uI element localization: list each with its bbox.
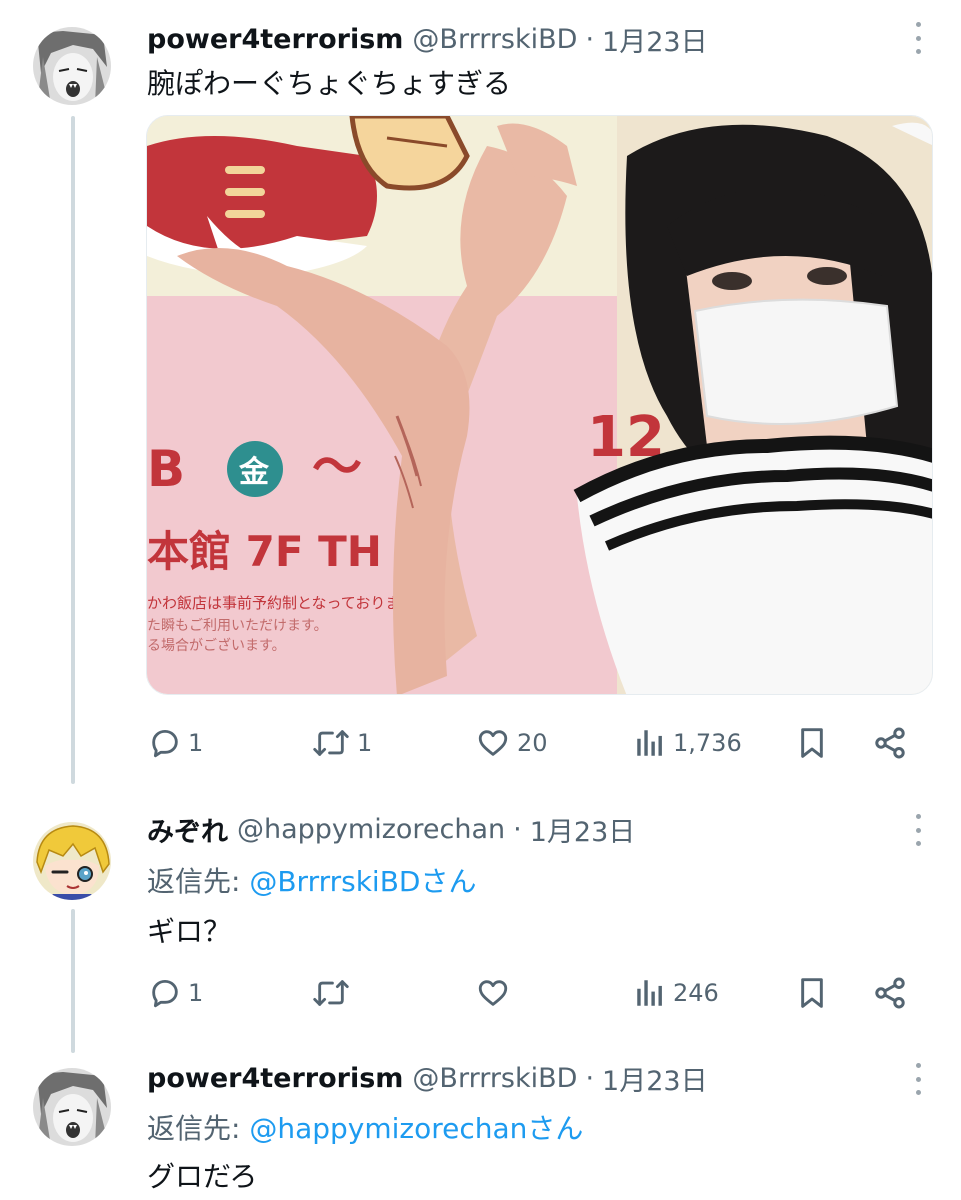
svg-text:B: B	[147, 440, 185, 498]
reply-prefix: 返信先:	[147, 1112, 250, 1145]
more-dots-icon[interactable]	[913, 814, 923, 846]
reply-button[interactable]: 1	[148, 968, 203, 1018]
tweet-photo[interactable]: B 金 〜 12 本館 7F TH かわ飯店は事前予約制となっておりま た瞬もご…	[146, 115, 933, 695]
svg-text:る場合がございます。: る場合がございます。	[147, 637, 286, 654]
reply-context: 返信先: @BrrrrskiBDさん	[147, 860, 476, 900]
more-dots-icon[interactable]	[913, 22, 923, 54]
user-handle[interactable]: @BrrrrskiBD	[412, 1063, 577, 1094]
timestamp[interactable]: 1月23日	[530, 810, 636, 849]
heart-icon	[478, 730, 508, 756]
like-button[interactable]: 20	[475, 718, 548, 768]
share-icon	[875, 727, 905, 759]
tweet-header: power4terrorism @BrrrrskiBD · 1月23日	[147, 1058, 708, 1098]
share-icon	[875, 977, 905, 1009]
more-dots-icon[interactable]	[913, 1063, 923, 1095]
retweet-icon	[313, 980, 349, 1006]
views-icon	[637, 980, 662, 1006]
bookmark-button[interactable]	[796, 718, 828, 768]
share-button[interactable]	[872, 718, 908, 768]
separator-dot: ·	[585, 23, 595, 55]
separator-dot: ·	[585, 1062, 595, 1094]
tweet-text: ギロ？	[147, 915, 232, 948]
retweet-count: 1	[357, 729, 373, 757]
reply-icon	[152, 979, 178, 1008]
svg-text:金: 金	[238, 455, 270, 490]
svg-text:本館 7F TH: 本館 7F TH	[147, 527, 382, 576]
tweet-text: 腕ぽわーぐちょぐちょすぎる	[147, 67, 512, 100]
reply-mention-link[interactable]: @BrrrrskiBDさん	[249, 865, 476, 898]
retweet-icon	[313, 730, 349, 756]
avatar[interactable]	[33, 27, 111, 105]
tweet-text: グロだろ	[147, 1160, 258, 1193]
display-name[interactable]: power4terrorism	[147, 1063, 403, 1094]
timestamp[interactable]: 1月23日	[602, 20, 708, 59]
svg-text:〜: 〜	[312, 438, 362, 496]
svg-text:かわ飯店は事前予約制となっておりま: かわ飯店は事前予約制となっておりま	[147, 594, 400, 612]
heart-icon	[478, 980, 508, 1006]
user-handle[interactable]: @BrrrrskiBD	[412, 24, 577, 55]
reply-prefix: 返信先:	[147, 865, 250, 898]
timestamp[interactable]: 1月23日	[602, 1059, 708, 1098]
bookmark-button[interactable]	[796, 968, 828, 1018]
separator-dot: ·	[513, 813, 522, 845]
thread-line	[71, 116, 75, 784]
reply-mention-link[interactable]: @happymizorechanさん	[249, 1112, 583, 1145]
user-handle[interactable]: @happymizorechan	[237, 814, 505, 845]
avatar[interactable]	[33, 1068, 111, 1146]
reply-button[interactable]: 1	[148, 718, 203, 768]
views-button[interactable]: 246	[633, 968, 719, 1018]
bookmark-icon	[801, 978, 823, 1008]
like-button[interactable]	[475, 968, 517, 1018]
bookmark-icon	[801, 728, 823, 758]
action-bar: 1 1 20 1,736	[0, 718, 961, 768]
display-name[interactable]: みぞれ	[147, 810, 228, 849]
reply-count: 1	[188, 729, 204, 757]
reply-context: 返信先: @happymizorechanさん	[147, 1107, 583, 1147]
views-icon	[637, 730, 662, 756]
retweet-button[interactable]	[311, 968, 357, 1018]
tweet-header: power4terrorism @BrrrrskiBD · 1月23日	[147, 19, 708, 59]
avatar[interactable]	[33, 822, 111, 900]
view-count: 1,736	[673, 729, 742, 757]
retweet-button[interactable]: 1	[311, 718, 372, 768]
display-name[interactable]: power4terrorism	[147, 24, 403, 55]
reply-icon	[152, 729, 178, 758]
reply-count: 1	[188, 979, 204, 1007]
views-button[interactable]: 1,736	[633, 718, 742, 768]
tweet-header: みぞれ @happymizorechan · 1月23日	[147, 809, 635, 849]
view-count: 246	[673, 979, 719, 1007]
share-button[interactable]	[872, 968, 908, 1018]
like-count: 20	[517, 729, 548, 757]
action-bar: 1 246	[0, 968, 961, 1018]
svg-text:た瞬もご利用いただけます。: た瞬もご利用いただけます。	[147, 618, 328, 634]
